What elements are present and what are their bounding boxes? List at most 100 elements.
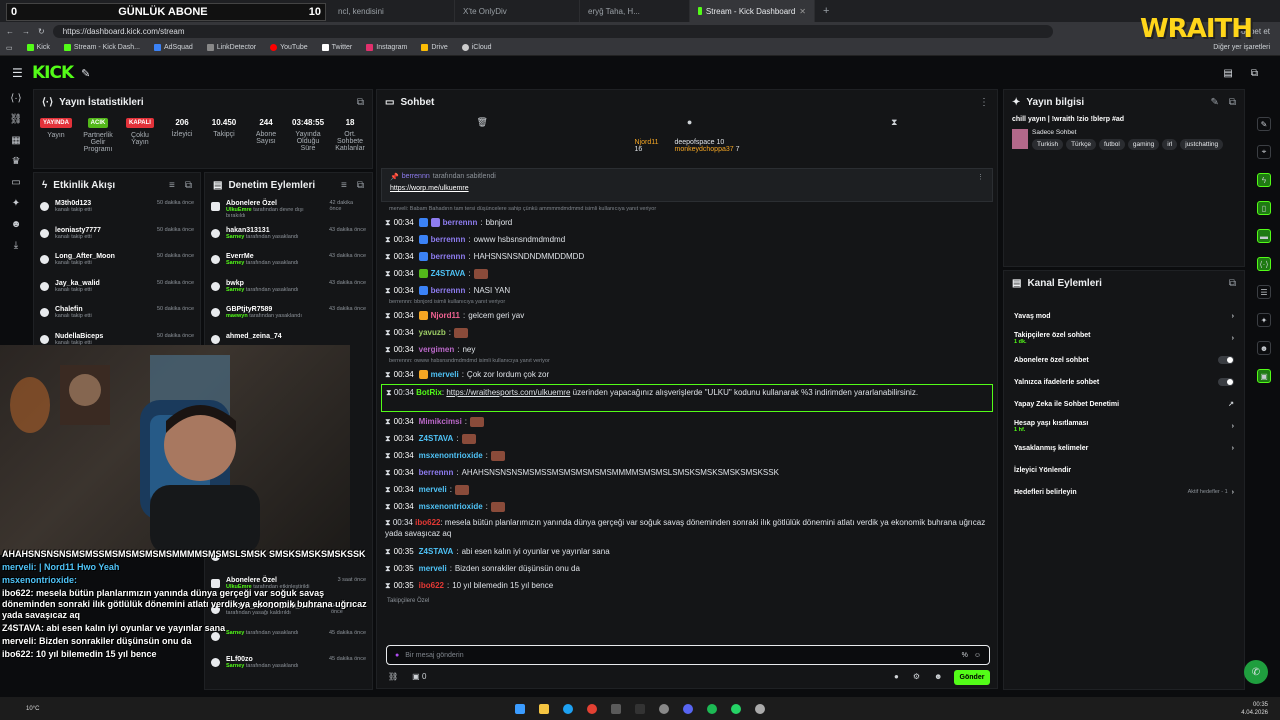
gift-icon[interactable]: ▣ 0	[412, 672, 426, 681]
username[interactable]: Z4STAVA	[419, 434, 454, 443]
action-subs-only[interactable]: Abonelere özel sohbet	[1004, 349, 1244, 371]
bookmark-instagram[interactable]: Instagram	[366, 44, 407, 51]
obs-icon[interactable]	[659, 703, 669, 714]
edit-icon[interactable]: ✎	[1210, 97, 1218, 108]
action-account-age[interactable]: Hesap yaşı kısıtlaması 1 hf. ›	[1004, 415, 1244, 437]
users-icon[interactable]: ☻	[1257, 341, 1271, 355]
browser-tab-active[interactable]: Stream - Kick Dashboard ✕	[690, 0, 815, 22]
send-button[interactable]: Gönder	[954, 670, 990, 685]
steam-icon[interactable]	[611, 703, 621, 714]
username[interactable]: berrennn	[431, 235, 466, 244]
hourglass-icon[interactable]: ⧗	[385, 468, 391, 478]
username[interactable]: NudellaBiceps	[55, 333, 103, 340]
popout-icon[interactable]: ⧉	[357, 97, 364, 108]
popout-icon[interactable]: ⧉	[1229, 97, 1236, 108]
browser-tab[interactable]: eryğ Taha, H...	[580, 0, 690, 22]
hourglass-icon[interactable]: ⧗	[385, 451, 391, 461]
popout-icon[interactable]: ⧉	[1251, 68, 1258, 79]
username[interactable]: BotRix	[416, 388, 442, 397]
username[interactable]: berrennn	[419, 468, 454, 477]
popout-icon[interactable]: ⧉	[1229, 278, 1236, 289]
action-slow-mode[interactable]: Yavaş mod ›	[1004, 305, 1244, 327]
hourglass-icon[interactable]: ⧗	[385, 311, 391, 321]
bookmark-twitter[interactable]: Twitter	[321, 44, 352, 51]
settings-icon[interactable]: ⚙	[913, 672, 920, 681]
username[interactable]: yavuzb	[419, 328, 446, 337]
layout-icon[interactable]: ▤	[1223, 68, 1232, 79]
hourglass-icon[interactable]: ⧗	[385, 269, 391, 279]
bookmark-kick[interactable]: Kick	[26, 44, 50, 51]
gifter-first[interactable]: Njord11 16	[634, 139, 658, 153]
hourglass-icon[interactable]: ⧗	[385, 518, 391, 527]
edge-icon[interactable]	[563, 703, 573, 714]
moderator-name[interactable]: Sarney	[226, 234, 244, 240]
hourglass-icon[interactable]: ⧗	[385, 218, 391, 228]
username[interactable]: ibo622	[419, 581, 444, 590]
discord-icon[interactable]	[683, 703, 693, 714]
bookmark-apps-icon[interactable]: ▭	[6, 44, 13, 52]
tag[interactable]: gaming	[1127, 139, 1160, 150]
download-icon[interactable]: ⤓	[14, 240, 18, 251]
bookmark-adsquad[interactable]: AdSquad	[154, 44, 193, 51]
target-icon[interactable]: ⌖	[1257, 145, 1271, 159]
username[interactable]: berrennn	[431, 286, 466, 295]
gifter-others[interactable]: deepofspace 10 monkeydchoppa37 7	[674, 139, 739, 153]
username[interactable]: Z4STAVA	[419, 547, 454, 556]
hourglass-icon[interactable]: ⧗	[891, 117, 897, 128]
hourglass-icon[interactable]: ⧗	[385, 286, 391, 296]
username[interactable]: Z4STAVA	[431, 269, 466, 278]
pin-icon[interactable]: ✎	[81, 67, 90, 80]
username[interactable]: Njord11	[431, 311, 460, 320]
bolt-icon[interactable]: ϟ	[1257, 173, 1271, 187]
other-bookmarks[interactable]: Diğer yer işaretleri	[1213, 44, 1270, 51]
hourglass-icon[interactable]: ⧗	[385, 581, 391, 591]
bot-link[interactable]: https://wraithesports.com/ulkuemre	[446, 388, 570, 397]
action-target[interactable]: GBPtjtyR7589	[226, 306, 302, 313]
command-icon[interactable]: %	[962, 652, 968, 659]
hourglass-icon[interactable]: ⧗	[385, 502, 391, 512]
popout-icon[interactable]: ⧉	[357, 180, 364, 191]
username[interactable]: Jay_ka_walid	[55, 280, 100, 287]
bookmark-icloud[interactable]: iCloud	[461, 44, 492, 51]
wrench-icon[interactable]: ✦	[12, 198, 20, 209]
wrench-icon[interactable]: ✦	[1257, 313, 1271, 327]
trash-icon[interactable]: 🗑	[476, 117, 487, 128]
username[interactable]: merveli	[419, 485, 447, 494]
username[interactable]: M3th0d123	[55, 200, 92, 207]
hourglass-icon[interactable]: ⧗	[385, 547, 391, 557]
hourglass-icon[interactable]: ⧗	[385, 252, 391, 262]
chat-input[interactable]: ● Bir mesaj gönderin % ☺	[386, 645, 990, 665]
list-icon[interactable]: ☰	[1257, 285, 1271, 299]
edit-icon[interactable]: ✎	[1257, 117, 1271, 131]
moderator-name[interactable]: maewyn	[226, 313, 248, 319]
document-icon[interactable]: ▦	[11, 135, 20, 146]
filter-icon[interactable]: ≡	[341, 180, 347, 191]
chat-bubble-icon[interactable]: ●	[687, 117, 692, 127]
username[interactable]: berrennn	[431, 252, 466, 261]
action-target[interactable]: EverrMe	[226, 253, 298, 260]
username[interactable]: Long_After_Moon	[55, 253, 115, 260]
phone-icon[interactable]: ▯	[1257, 201, 1271, 215]
action-target[interactable]: ahmed_zeina_74	[226, 333, 282, 340]
tag[interactable]: irl	[1162, 139, 1178, 150]
forward-icon[interactable]: →	[22, 27, 30, 36]
app-icon[interactable]	[635, 703, 645, 714]
stream-icon[interactable]: ⟨·⟩	[1257, 257, 1271, 271]
tag[interactable]: futbol	[1098, 139, 1125, 150]
tag[interactable]: Turkish	[1032, 139, 1064, 150]
username[interactable]: ibo622	[415, 518, 440, 527]
emote-only-toggle[interactable]	[1218, 378, 1234, 386]
whatsapp-icon[interactable]	[731, 703, 741, 714]
tag[interactable]: Türkçe	[1066, 139, 1096, 150]
menu-icon[interactable]: ☰	[12, 66, 23, 80]
action-ai-moderation[interactable]: Yapay Zeka ile Sohbet Denetimi ↗	[1004, 393, 1244, 415]
app-icon[interactable]	[755, 703, 765, 714]
username[interactable]: Mimikcimsi	[419, 417, 462, 426]
trophy-icon[interactable]: ♛	[12, 156, 21, 167]
monitor-icon[interactable]: ▭	[11, 177, 20, 188]
chat-icon[interactable]: ▬	[1257, 229, 1271, 243]
action-banned-words[interactable]: Yasaklanmış kelimeler ›	[1004, 437, 1244, 459]
hourglass-icon[interactable]: ⧗	[385, 434, 391, 444]
action-followers-only[interactable]: Takipçilere özel sohbet 1 dk. ›	[1004, 327, 1244, 349]
action-target[interactable]: hakan313131	[226, 227, 298, 234]
